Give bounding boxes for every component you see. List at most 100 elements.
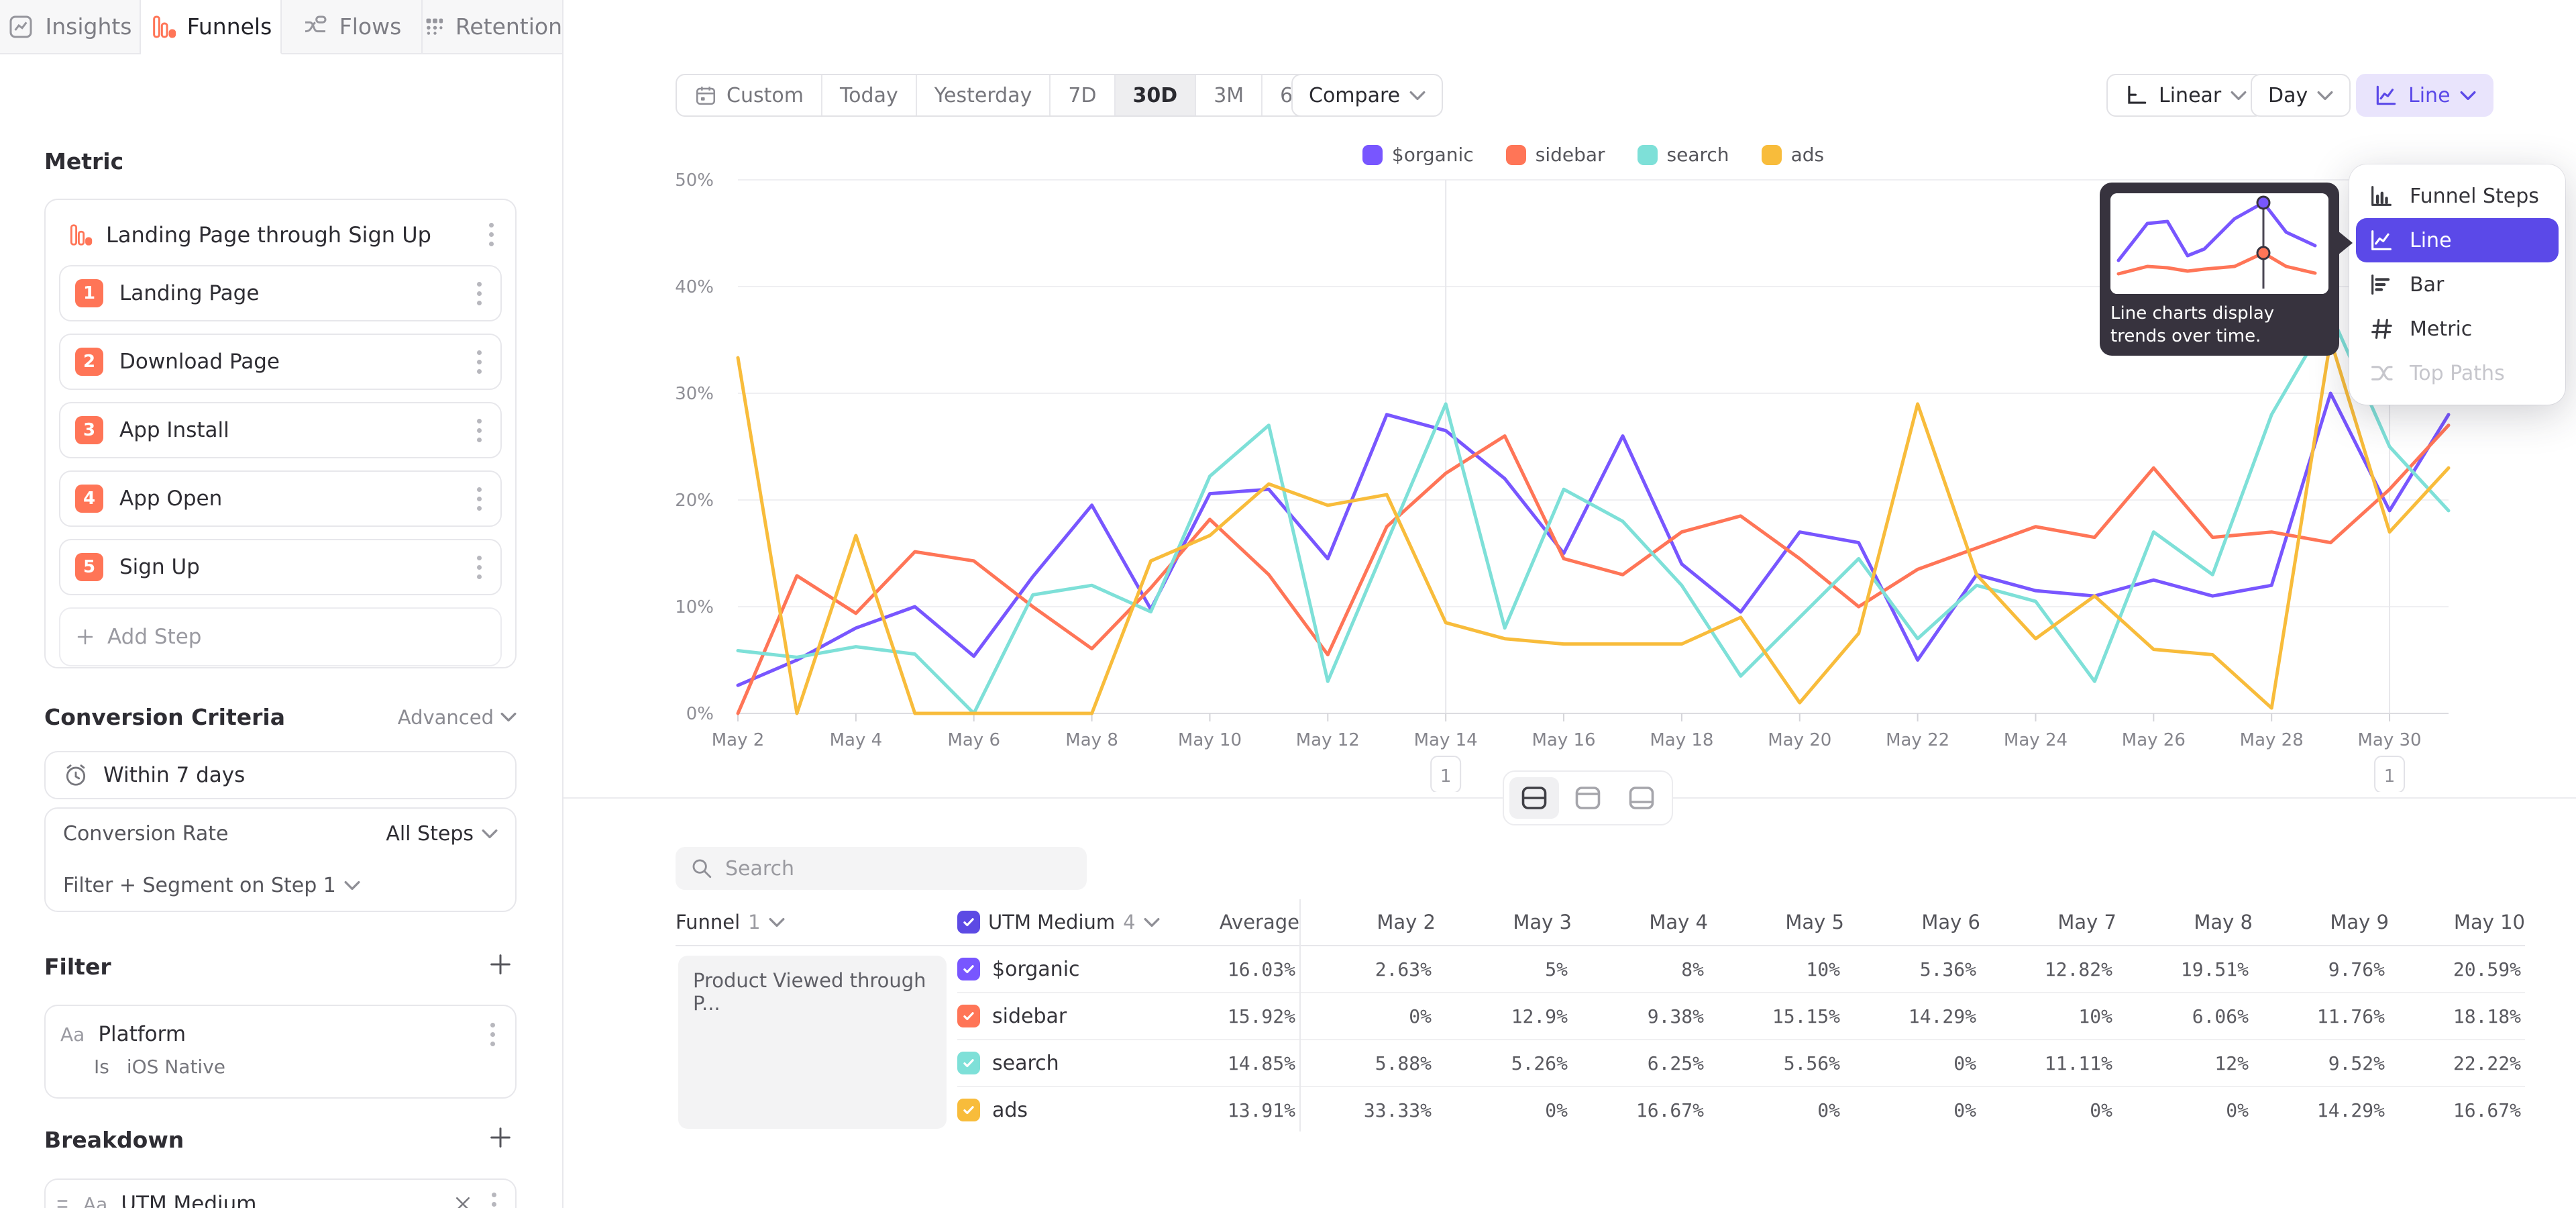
chevron-down-icon [2317,91,2333,101]
add-step-button[interactable]: Add Step [59,607,502,666]
all-steps-value: All Steps [386,822,474,846]
range-7d[interactable]: 7D [1049,75,1114,115]
add-breakdown-button[interactable] [487,1124,514,1151]
day-value: 20.59% [2389,958,2525,980]
segment-name-cell: ads [957,1099,1162,1122]
tab-funnels[interactable]: Funnels [141,0,282,54]
conversion-rate-card: Conversion Rate All Steps Filter + Segme… [44,807,517,912]
compare-button[interactable]: Compare [1291,74,1443,117]
segment-checkbox[interactable] [957,1052,980,1074]
average-column-header: Average [1162,911,1299,934]
advanced-toggle[interactable]: Advanced [398,706,517,729]
day-column-header: May 6 [1844,911,1980,934]
drag-handle-icon[interactable] [55,1196,70,1208]
conversion-window-row[interactable]: Within 7 days [44,751,517,799]
check-icon [961,915,976,929]
tab-retention-label: Retention [455,13,562,40]
day-column-header: May 7 [1980,911,2116,934]
tab-insights[interactable]: Insights [0,0,141,53]
tab-retention[interactable]: Retention [423,0,564,53]
chevron-down-icon [2460,91,2476,101]
kebab-menu-icon[interactable] [485,1017,500,1052]
range-yesterday[interactable]: Yesterday [916,75,1050,115]
funnel-step[interactable]: 3App Install [59,402,502,458]
remove-breakdown-icon[interactable] [453,1194,473,1208]
range-30d[interactable]: 30D [1114,75,1195,115]
select-all-checkbox[interactable] [957,911,980,934]
split-view-toggle[interactable] [1509,777,1559,819]
table-row[interactable]: search14.85%5.88%5.26%6.25%5.56%0%11.11%… [957,1039,2525,1086]
menu-item-bar[interactable]: Bar [2356,262,2559,307]
funnel-column: Product Viewed through P... [676,946,957,1133]
svg-text:May 16: May 16 [1532,730,1595,750]
table-row[interactable]: ads13.91%33.33%0%16.67%0%0%0%0%14.29%16.… [957,1086,2525,1133]
funnel-steps-icon [2368,183,2395,209]
breakdown-property-name: UTM Medium [121,1192,439,1208]
menu-item-label: Line [2410,229,2452,252]
tab-flows[interactable]: Flows [282,0,423,53]
segment-checkbox[interactable] [957,1005,980,1027]
tab-insights-label: Insights [45,13,131,40]
segment-checkbox[interactable] [957,1099,980,1121]
interval-dropdown[interactable]: Day [2251,74,2351,117]
chevron-down-icon [1144,917,1160,927]
add-filter-button[interactable] [487,951,514,978]
funnel-step[interactable]: 2 Download Page [59,334,502,390]
kebab-menu-icon[interactable] [484,217,499,252]
funnel-step[interactable]: 4App Open [59,470,502,527]
svg-text:20%: 20% [675,491,714,511]
conversion-rate-row: Conversion Rate All Steps [63,822,498,846]
kebab-menu-icon[interactable] [472,550,487,585]
svg-text:May 4: May 4 [830,730,883,750]
kebab-menu-icon[interactable] [472,413,487,448]
annotation-badge[interactable]: 1 [1431,756,1460,792]
series-ads[interactable] [738,340,2449,714]
step-label: Download Page [119,350,455,374]
funnel-step[interactable]: 5Sign Up [59,539,502,595]
chart-type-dropdown[interactable]: Line [2356,74,2493,117]
kebab-menu-icon[interactable] [472,482,487,516]
all-steps-dropdown[interactable]: All Steps [386,822,498,846]
kebab-menu-icon[interactable] [486,1187,502,1208]
day-value: 0% [1844,1052,1980,1074]
segment-checkbox[interactable] [957,958,980,980]
menu-item-metric[interactable]: Metric [2356,307,2559,351]
filter-condition-row[interactable]: Is iOS Native [60,1052,500,1081]
series-organic[interactable] [738,393,2449,685]
filter-segment-dropdown[interactable]: Filter + Segment on Step 1 [63,874,498,897]
linear-scale-icon [2124,83,2149,108]
table-row[interactable]: $organic16.03%2.63%5%8%10%5.36%12.82%19.… [957,946,2525,992]
query-sidebar: Metric Landing Page through Sign Up 1Lan… [0,54,564,1208]
menu-item-funnel-steps[interactable]: Funnel Steps [2356,174,2559,218]
day-column-header: May 3 [1436,911,1572,934]
range-today[interactable]: Today [821,75,916,115]
interval-label: Day [2268,84,2308,107]
menu-item-line[interactable]: Line [2356,218,2559,262]
funnel-metric-title-row[interactable]: Landing Page through Sign Up [46,200,515,258]
step-number-badge: 2 [75,348,103,376]
bar-chart-icon [2368,271,2395,298]
kebab-menu-icon[interactable] [472,276,487,311]
range-3m[interactable]: 3M [1195,75,1261,115]
kebab-menu-icon[interactable] [472,345,487,379]
search-input[interactable] [724,856,1072,881]
table-only-toggle[interactable] [1617,777,1666,819]
day-value: 6.06% [2116,1005,2253,1027]
chart-only-toggle[interactable] [1563,777,1613,819]
svg-text:May 28: May 28 [2240,730,2304,750]
step-number-badge: 3 [75,416,103,444]
range-custom[interactable]: Custom [677,75,821,115]
breakdown-card[interactable]: Aa UTM Medium [44,1178,517,1208]
table-row[interactable]: sidebar15.92%0%12.9%9.38%15.15%14.29%10%… [957,992,2525,1039]
scale-dropdown[interactable]: Linear [2106,74,2264,117]
chevron-down-icon [500,712,517,722]
svg-text:May 8: May 8 [1065,730,1118,750]
funnel-cell[interactable]: Product Viewed through P... [678,956,947,1129]
filter-segment-label: Filter + Segment on Step 1 [63,874,336,897]
funnel-col-label: Funnel [676,911,740,934]
annotation-badge[interactable]: 1 [2375,756,2404,792]
filter-property-row[interactable]: Aa Platform [60,1017,500,1052]
funnel-step[interactable]: 1Landing Page [59,265,502,321]
funnel-column-header[interactable]: Funnel1 [676,911,957,934]
breakdown-column-header[interactable]: UTM Medium4 [957,911,1162,934]
